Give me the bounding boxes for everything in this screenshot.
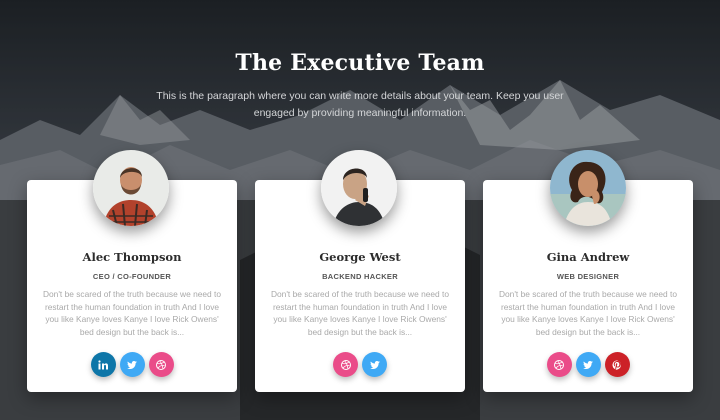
member-name: George West <box>319 250 401 264</box>
page-subtitle: This is the paragraph where you can writ… <box>156 90 564 119</box>
pinterest-icon <box>612 359 621 370</box>
social-links <box>27 352 237 377</box>
dribbble-button[interactable] <box>148 352 174 377</box>
twitter-icon <box>127 360 137 369</box>
avatar-alec-thompson <box>93 150 169 226</box>
page-title: The Executive Team <box>235 50 485 76</box>
avatar-george-west <box>321 150 397 226</box>
member-description: Don't be scared of the truth because we … <box>498 289 678 337</box>
member-description: Don't be scared of the truth because we … <box>42 289 222 337</box>
member-name: Alec Thompson <box>82 250 182 264</box>
avatar-gina-andrew <box>550 150 626 226</box>
member-name: Gina Andrew <box>546 250 630 264</box>
linkedin-button[interactable] <box>90 352 116 377</box>
twitter-button[interactable] <box>119 352 145 377</box>
twitter-button[interactable] <box>362 352 387 377</box>
social-links <box>483 352 693 377</box>
twitter-button[interactable] <box>575 352 601 377</box>
member-role: WEB DESIGNER <box>556 272 620 281</box>
social-links <box>255 352 465 377</box>
linkedin-icon <box>98 359 108 369</box>
dribbble-button[interactable] <box>546 352 572 377</box>
pinterest-button[interactable] <box>604 352 630 377</box>
dribbble-icon <box>340 359 351 370</box>
dribbble-icon <box>156 359 166 370</box>
twitter-icon <box>369 360 380 369</box>
member-description: Don't be scared of the truth because we … <box>270 289 450 337</box>
dribbble-button[interactable] <box>333 352 358 377</box>
twitter-icon <box>583 360 593 369</box>
member-role: CEO / CO-FOUNDER <box>92 272 172 281</box>
dribbble-icon <box>554 359 564 370</box>
member-role: BACKEND HACKER <box>322 272 398 281</box>
